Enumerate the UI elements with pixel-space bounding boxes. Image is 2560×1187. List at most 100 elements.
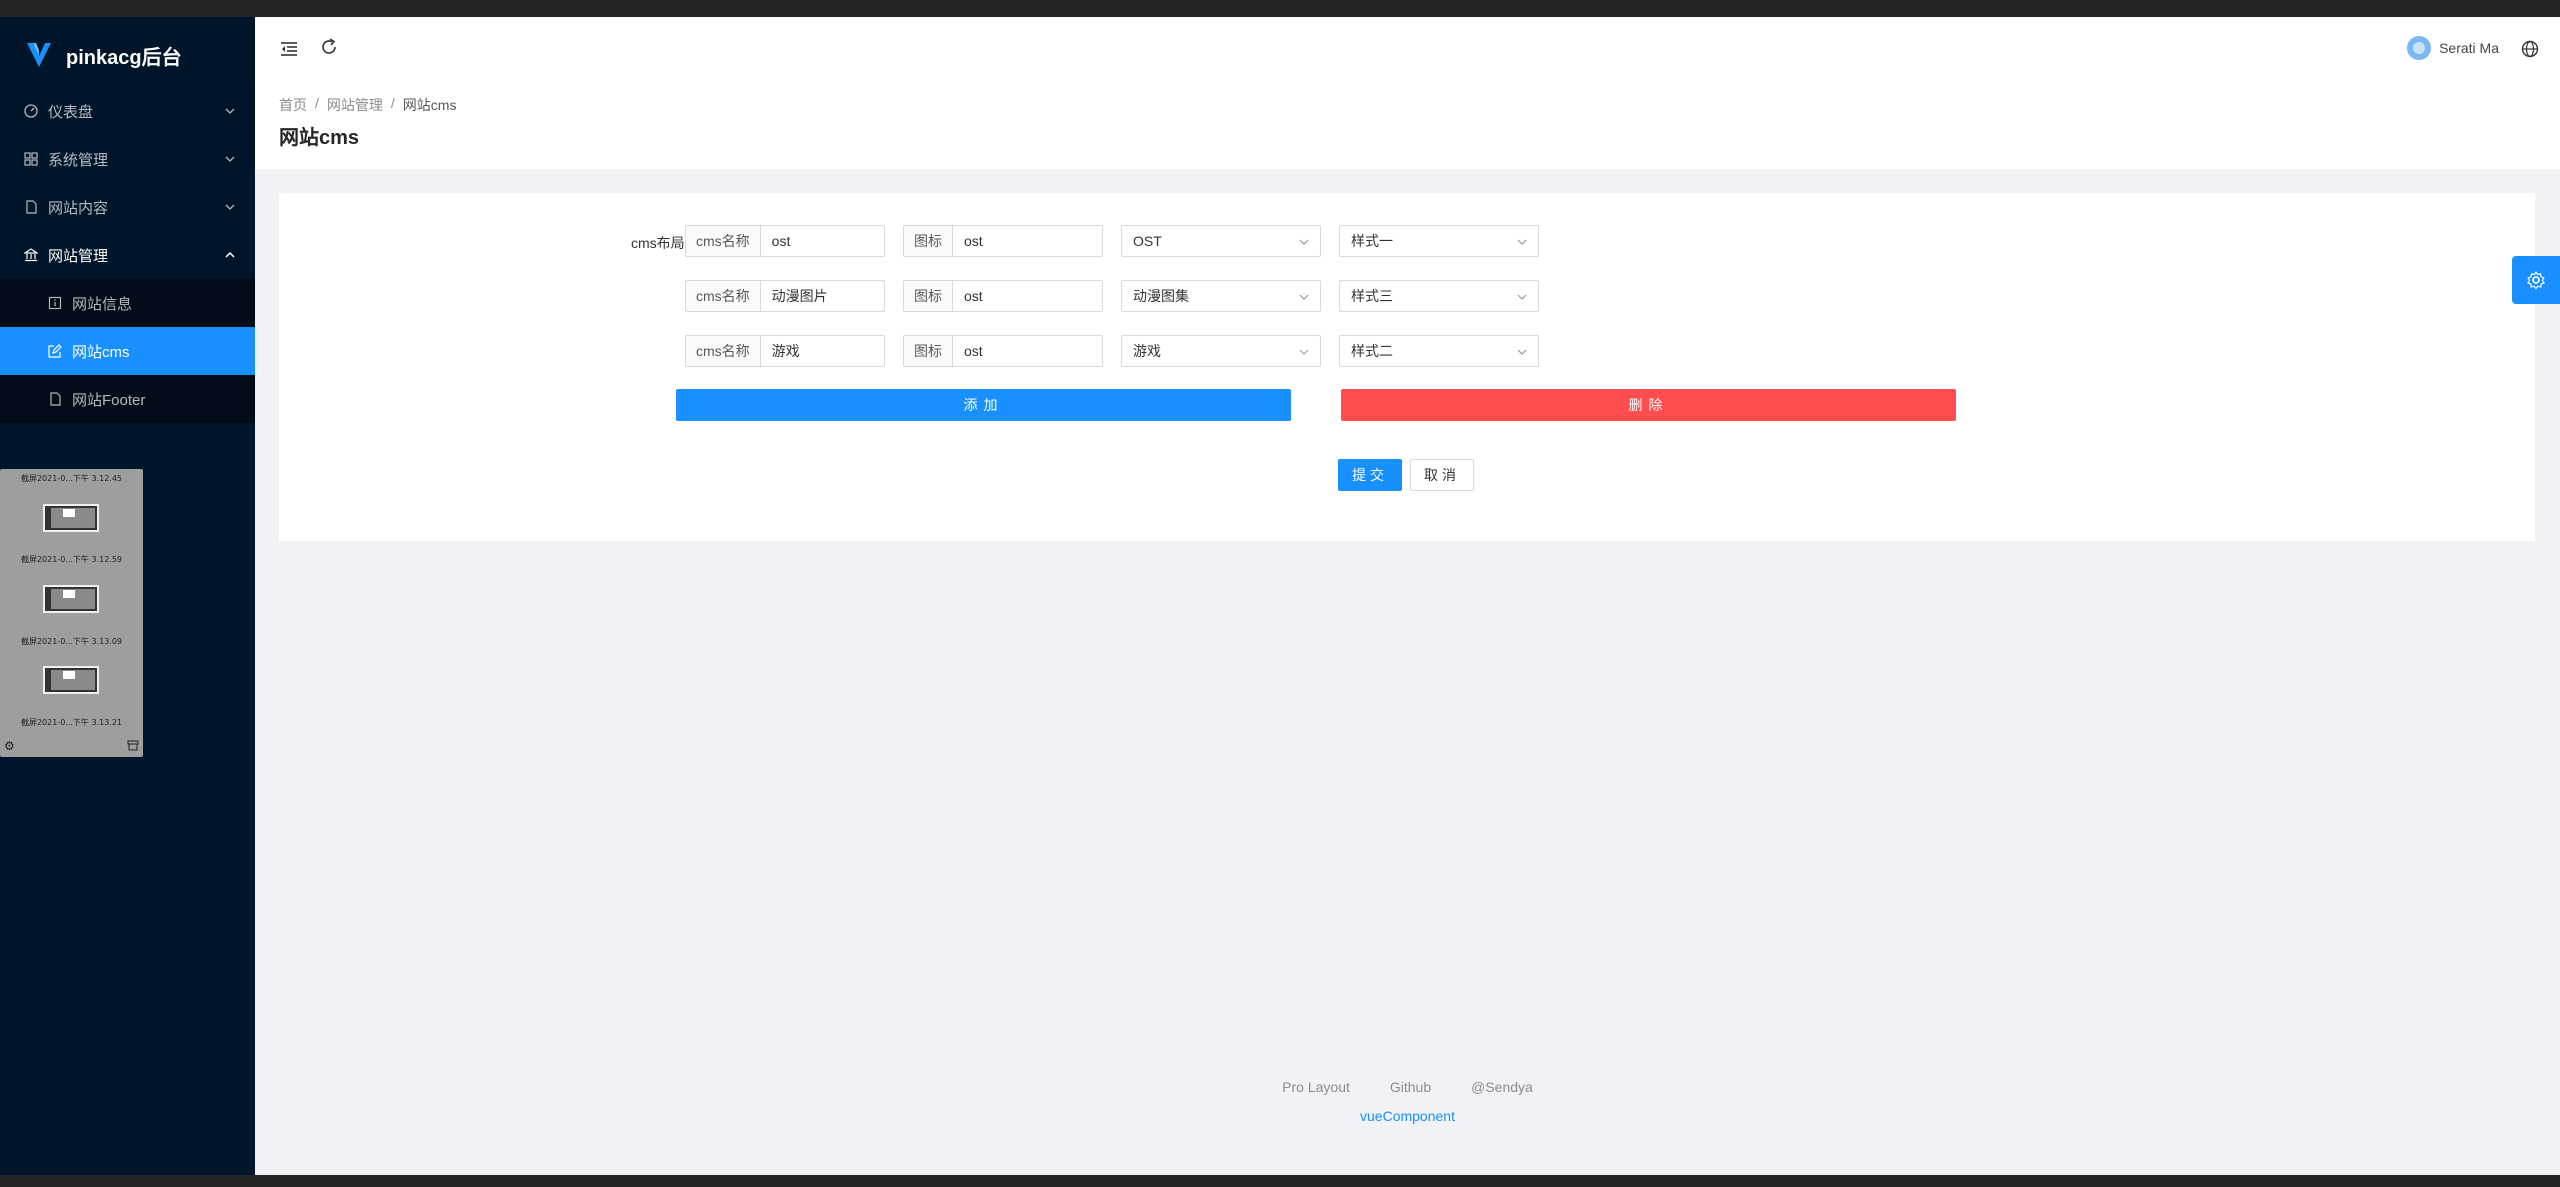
globe-icon[interactable] — [2520, 39, 2540, 59]
style-select[interactable]: 样式一 — [1339, 225, 1539, 257]
setting-icon — [2527, 270, 2545, 290]
sidebar-item-label: 网站信息 — [72, 295, 133, 313]
submit-button[interactable]: 提交 — [1338, 459, 1402, 491]
category-select-value: 动漫图集 — [1133, 288, 1189, 304]
cms-name-addon: cms名称 — [686, 226, 761, 256]
cms-name-input-group: cms名称 游戏 — [685, 335, 885, 367]
file-icon — [24, 200, 38, 214]
user-menu[interactable]: Serati Ma — [2407, 36, 2499, 60]
icon-input-group: 图标 ost — [903, 335, 1103, 367]
style-select[interactable]: 样式三 — [1339, 280, 1539, 312]
icon-addon: 图标 — [904, 336, 953, 366]
chevron-up-icon — [225, 251, 235, 258]
cms-name-input[interactable]: 游戏 — [761, 336, 811, 366]
sidebar-item-label: 仪表盘 — [48, 103, 94, 121]
screenshot-caption: 截屏2021-0...下午 3.12.59 — [20, 555, 123, 564]
breadcrumb-separator: / — [390, 95, 395, 111]
chevron-down-icon — [1299, 349, 1309, 355]
chevron-down-icon — [225, 204, 235, 210]
screenshot-caption: 截屏2021-0...下午 3.13.21 — [20, 718, 123, 727]
cms-name-input-group: cms名称 ost — [685, 225, 885, 257]
menu-fold-icon[interactable] — [279, 39, 299, 59]
category-select[interactable]: OST — [1121, 225, 1321, 257]
sidebar-item-system[interactable]: 系统管理 — [0, 135, 255, 183]
sidebar-item-dashboard[interactable]: 仪表盘 — [0, 87, 255, 135]
info-icon — [48, 296, 62, 310]
trash-icon[interactable] — [127, 739, 139, 754]
cms-name-addon: cms名称 — [686, 281, 761, 311]
global-header: Serati Ma — [255, 17, 2560, 81]
sidebar-item-label: 网站Footer — [72, 391, 146, 409]
style-select[interactable]: 样式二 — [1339, 335, 1539, 367]
icon-addon: 图标 — [904, 281, 953, 311]
add-button[interactable]: 添加 — [676, 389, 1291, 421]
settings-drawer-button[interactable] — [2512, 256, 2560, 304]
sidebar-item-site-management[interactable]: 网站管理 — [0, 231, 255, 279]
chevron-down-icon — [225, 156, 235, 162]
style-select-value: 样式一 — [1351, 233, 1393, 249]
footer-component-link[interactable]: vueComponent — [255, 1108, 2560, 1124]
breadcrumb: 首页 / 网站管理 / 网站cms — [279, 95, 456, 115]
footer-link-sendya[interactable]: @Sendya — [1471, 1079, 1533, 1095]
side-menu: 仪表盘 系统管理 网站内容 网站管理 网站信息 网站cms 网站Footer — [0, 87, 255, 423]
category-select[interactable]: 动漫图集 — [1121, 280, 1321, 312]
sidebar-subitem-site-info[interactable]: 网站信息 — [0, 279, 255, 327]
breadcrumb-separator: / — [315, 95, 319, 111]
page-header: 首页 / 网站管理 / 网站cms 网站cms — [255, 81, 2560, 169]
sidebar-item-label: 网站内容 — [48, 199, 109, 217]
category-select-value: OST — [1133, 233, 1162, 249]
reload-icon[interactable] — [319, 37, 339, 57]
sidebar-item-content[interactable]: 网站内容 — [0, 183, 255, 231]
screenshot-caption: 截屏2021-0...下午 3.13.09 — [20, 637, 123, 646]
gear-icon[interactable]: ⚙ — [4, 739, 15, 753]
sidebar-subitem-site-cms[interactable]: 网站cms — [0, 327, 255, 375]
logo[interactable]: pinkacg后台 — [24, 35, 182, 75]
edit-icon — [48, 344, 62, 358]
footer-links: Pro Layout Github @Sendya — [255, 1079, 2560, 1095]
sidebar-item-label: 网站管理 — [48, 247, 109, 265]
sidebar-item-label: 网站cms — [72, 343, 130, 361]
style-select-value: 样式三 — [1351, 288, 1393, 304]
icon-input-group: 图标 ost — [903, 280, 1103, 312]
icon-input[interactable]: ost — [953, 226, 994, 256]
chevron-down-icon — [1517, 239, 1527, 245]
main-area: Serati Ma 首页 / 网站管理 / 网站cms 网站cms cms布局:… — [255, 17, 2560, 1175]
breadcrumb-home[interactable]: 首页 — [279, 95, 307, 115]
screenshot-stack[interactable]: 截屏2021-0...下午 3.12.45 截屏2021-0...下午 3.12… — [0, 469, 143, 757]
chevron-down-icon — [225, 108, 235, 114]
footer-link-github[interactable]: Github — [1390, 1079, 1431, 1095]
icon-input[interactable]: ost — [953, 336, 994, 366]
screenshot-thumbnail[interactable] — [43, 666, 99, 694]
breadcrumb-current: 网站cms — [402, 97, 457, 113]
cms-name-input[interactable]: ost — [761, 226, 802, 256]
cancel-button[interactable]: 取消 — [1410, 459, 1474, 491]
footer-link-pro-layout[interactable]: Pro Layout — [1282, 1079, 1350, 1095]
user-name: Serati Ma — [2439, 40, 2499, 56]
screenshot-thumbnail[interactable] — [43, 504, 99, 532]
cms-name-input[interactable]: 动漫图片 — [761, 281, 839, 311]
screenshot-thumbnail[interactable] — [43, 585, 99, 613]
cms-name-addon: cms名称 — [686, 336, 761, 366]
logo-icon — [27, 43, 51, 67]
app-title: pinkacg后台 — [66, 46, 182, 69]
icon-input-group: 图标 ost — [903, 225, 1103, 257]
avatar — [2407, 36, 2432, 60]
delete-button[interactable]: 删除 — [1341, 389, 1956, 421]
page-title: 网站cms — [279, 127, 360, 149]
screenshot-caption: 截屏2021-0...下午 3.12.45 — [20, 474, 123, 483]
file-icon — [48, 392, 62, 406]
dashboard-icon — [24, 104, 38, 118]
category-select-value: 游戏 — [1133, 343, 1161, 359]
chevron-down-icon — [1517, 294, 1527, 300]
cms-layout-label: cms布局: — [631, 235, 689, 251]
chevron-down-icon — [1517, 349, 1527, 355]
style-select-value: 样式二 — [1351, 343, 1393, 359]
appstore-icon — [24, 152, 38, 166]
category-select[interactable]: 游戏 — [1121, 335, 1321, 367]
os-bottom-bar — [0, 1175, 2560, 1187]
cms-name-input-group: cms名称 动漫图片 — [685, 280, 885, 312]
breadcrumb-section[interactable]: 网站管理 — [327, 95, 383, 115]
sidebar-subitem-site-footer[interactable]: 网站Footer — [0, 375, 255, 423]
cms-form-card: cms布局: cms名称 ost 图标 ost OST 样式一 cms名称 动漫… — [279, 193, 2535, 541]
icon-input[interactable]: ost — [953, 281, 994, 311]
